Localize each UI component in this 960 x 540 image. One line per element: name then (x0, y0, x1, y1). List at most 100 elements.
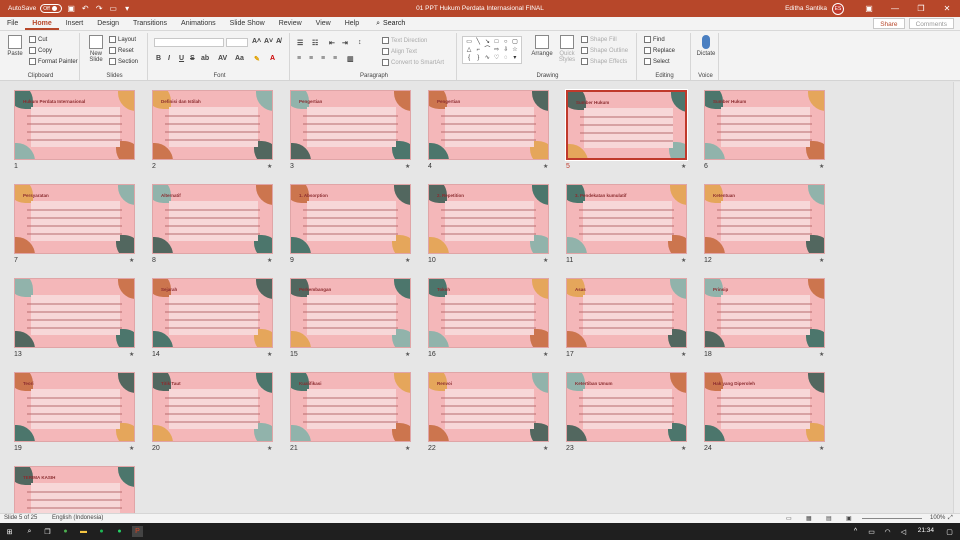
transition-star-icon[interactable]: ★ (129, 257, 134, 264)
zoom-slider[interactable] (862, 518, 922, 519)
arrange-button[interactable]: Arrange (531, 35, 553, 57)
slide-thumbnail[interactable]: Hukum Perdata Internasional (14, 90, 135, 160)
layout-button[interactable]: Layout (109, 36, 136, 43)
windows-start-icon[interactable]: ⊞ (4, 526, 15, 537)
numbering-icon[interactable]: ☷ (312, 39, 318, 47)
slide-thumbnail[interactable]: Perkembangan (290, 278, 411, 348)
slide-thumbnail[interactable]: Alternatif (152, 184, 273, 254)
slide-thumbnail[interactable]: 3. Pendekatan kumulatif (566, 184, 687, 254)
tab-review[interactable]: Review (272, 17, 309, 30)
slide-thumbnail[interactable]: Renvoi (428, 372, 549, 442)
slide-thumbnail[interactable] (14, 278, 135, 348)
normal-view-icon[interactable]: ▭ (786, 515, 792, 522)
user-name[interactable]: Editha Santika (785, 5, 827, 12)
replace-button[interactable]: Replace (644, 47, 675, 54)
shape-fill-button[interactable]: Shape Fill (581, 36, 617, 43)
font-color-icon[interactable]: A (270, 55, 275, 62)
transition-star-icon[interactable]: ★ (129, 445, 134, 452)
find-button[interactable]: Find (644, 36, 665, 43)
transition-star-icon[interactable]: ★ (819, 445, 824, 452)
brace-shape-icon[interactable]: { (465, 55, 473, 62)
line-spacing-icon[interactable]: ↕ (358, 39, 362, 46)
whatsapp-icon[interactable]: ● (114, 526, 125, 537)
paste-button[interactable]: Paste (4, 35, 26, 57)
right-arrow-shape-icon[interactable]: ⇨ (493, 47, 501, 54)
tell-me-search[interactable]: ⌕ Search (376, 17, 405, 30)
slide-thumbnail[interactable]: Sejarah (152, 278, 273, 348)
vertical-scrollbar[interactable] (953, 82, 960, 513)
avatar[interactable]: ES (832, 2, 844, 15)
shape-outline-button[interactable]: Shape Outline (581, 47, 628, 54)
restore-icon[interactable]: ❐ (908, 0, 934, 17)
font-size-box[interactable] (226, 38, 248, 47)
transition-star-icon[interactable]: ★ (681, 351, 686, 358)
transition-star-icon[interactable]: ★ (543, 257, 548, 264)
underline-button[interactable]: U (179, 55, 184, 62)
oval-shape-icon[interactable]: ○ (502, 39, 510, 46)
tab-file[interactable]: File (0, 17, 25, 30)
slide-thumbnail[interactable]: Titik Taut (152, 372, 273, 442)
slide-thumbnail[interactable]: Definisi dan Istilah (152, 90, 273, 160)
slide-thumbnail[interactable]: Ketertiban Umum (566, 372, 687, 442)
redo-icon[interactable]: ↷ (94, 4, 104, 14)
transition-star-icon[interactable]: ★ (267, 351, 272, 358)
select-button[interactable]: Select (644, 58, 670, 65)
minimize-icon[interactable]: — (882, 0, 908, 17)
text-direction-button[interactable]: Text Direction (382, 37, 427, 44)
shapes-gallery[interactable]: ▭ ╲ ↘ □ ○ ▢ △ ⌐ ⌒ ⇨ ⇩ ☆ { } ∿ ♡ ◌ ▾ (462, 36, 522, 64)
callout-shape-icon[interactable]: ◌ (502, 55, 510, 62)
autosave-toggle[interactable]: Off (40, 4, 63, 13)
slide-thumbnail[interactable]: Persyaratan (14, 184, 135, 254)
slide-thumbnail[interactable]: Asas (566, 278, 687, 348)
align-center-icon[interactable]: ≡ (309, 55, 313, 62)
transition-star-icon[interactable]: ★ (819, 163, 824, 170)
decrease-indent-icon[interactable]: ⇤ (329, 39, 335, 47)
slide-thumbnail[interactable]: Teori (14, 372, 135, 442)
tab-transitions[interactable]: Transitions (126, 17, 174, 30)
clear-format-icon[interactable]: A̸ (276, 38, 281, 45)
tab-animations[interactable]: Animations (174, 17, 223, 30)
tray-chevron-icon[interactable]: ^ (850, 526, 861, 537)
slide-thumbnail[interactable]: Sumber Hukum (704, 90, 825, 160)
tab-home[interactable]: Home (25, 17, 59, 30)
save-icon[interactable]: ▣ (66, 4, 76, 14)
elbow-connector-icon[interactable]: ⌐ (474, 47, 482, 54)
transition-star-icon[interactable]: ★ (543, 351, 548, 358)
increase-indent-icon[interactable]: ⇥ (342, 39, 348, 47)
transition-star-icon[interactable]: ★ (819, 351, 824, 358)
freeform-shape-icon[interactable]: ∿ (483, 55, 491, 62)
bold-button[interactable]: B (156, 55, 161, 62)
cut-button[interactable]: Cut (29, 36, 47, 43)
present-icon[interactable]: ▭ (108, 4, 118, 14)
align-right-icon[interactable]: ≡ (321, 55, 325, 62)
transition-star-icon[interactable]: ★ (129, 351, 134, 358)
ribbon-display-icon[interactable]: ▣ (856, 0, 882, 17)
more-shapes-icon[interactable]: ▾ (511, 55, 519, 62)
font-name-box[interactable] (154, 38, 224, 47)
file-explorer-icon[interactable]: ▬ (78, 526, 89, 537)
quick-styles-button[interactable]: Quick Styles (556, 35, 578, 63)
transition-star-icon[interactable]: ★ (543, 163, 548, 170)
slide-thumbnail[interactable]: TERIMA KASIH (14, 466, 135, 513)
transition-star-icon[interactable]: ★ (405, 163, 410, 170)
shrink-font-icon[interactable]: A˅ (264, 38, 273, 45)
transition-star-icon[interactable]: ★ (267, 163, 272, 170)
chrome-icon[interactable]: ● (60, 526, 71, 537)
language-indicator[interactable]: English (Indonesia) (52, 515, 103, 521)
justify-icon[interactable]: ≡ (333, 55, 337, 62)
slide-thumbnail[interactable]: Hak yang Diperoleh (704, 372, 825, 442)
slide-thumbnail[interactable]: Sumber Hukum (565, 89, 688, 161)
slide-thumbnail[interactable]: Pengertian (428, 90, 549, 160)
textbox-shape-icon[interactable]: ▭ (465, 39, 473, 46)
transition-star-icon[interactable]: ★ (681, 257, 686, 264)
reset-button[interactable]: Reset (109, 47, 134, 54)
slide-thumbnail[interactable]: Prinsip (704, 278, 825, 348)
arrow-shape-icon[interactable]: ↘ (483, 39, 491, 46)
heart-shape-icon[interactable]: ♡ (493, 55, 501, 62)
curved-connector-icon[interactable]: ⌒ (483, 47, 491, 54)
wifi-icon[interactable]: ◠ (882, 526, 893, 537)
bracket-shape-icon[interactable]: } (474, 55, 482, 62)
fit-to-window-icon[interactable]: ⤢ (948, 515, 953, 522)
close-icon[interactable]: ✕ (934, 0, 960, 17)
line-shape-icon[interactable]: ╲ (474, 39, 482, 46)
